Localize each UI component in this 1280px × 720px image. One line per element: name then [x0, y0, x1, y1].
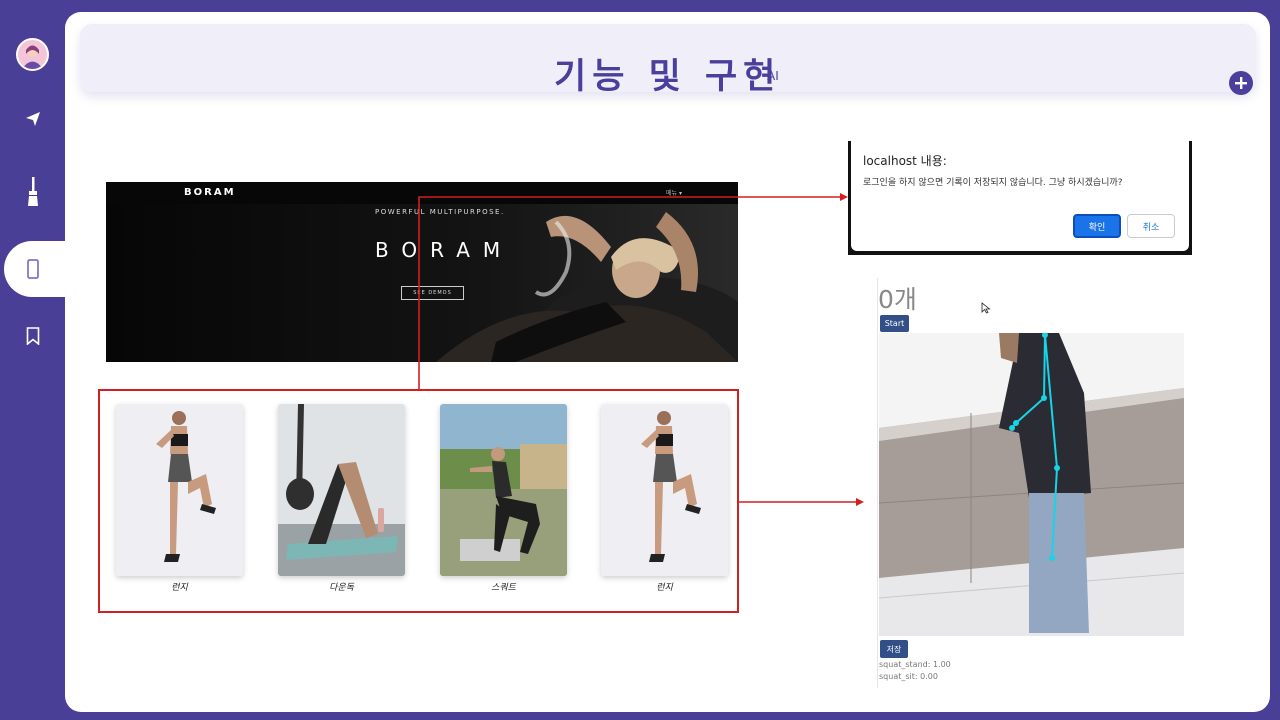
exercise-cards: 런지 다운독 스쿼트 런지	[98, 389, 739, 613]
page-subtitle: AI	[767, 69, 779, 83]
alert-dialog: localhost 내용: 로그인을 하지 않으면 기록이 저장되지 않습니다.…	[848, 141, 1192, 255]
boram-hero-title: BORAM	[375, 238, 514, 262]
avatar[interactable]	[16, 38, 49, 71]
sidebar-item-send[interactable]	[0, 97, 66, 141]
boram-logo[interactable]: BORAM	[184, 187, 236, 198]
exercise-card-lunge[interactable]	[116, 404, 243, 576]
alert-box: localhost 내용: 로그인을 하지 않으면 기록이 저장되지 않습니다.…	[851, 141, 1189, 251]
cancel-button[interactable]: 취소	[1127, 214, 1175, 238]
alert-message: 로그인을 하지 않으면 기록이 저장되지 않습니다. 그냥 하시겠습니까?	[863, 178, 1123, 188]
mouse-cursor-icon	[981, 302, 991, 314]
exercise-card-squat[interactable]	[440, 404, 567, 576]
mobile-icon	[27, 259, 39, 279]
squat-stand-score: squat_stand: 1.00	[879, 660, 951, 669]
exercise-label: 다운독	[329, 583, 354, 593]
save-button[interactable]: 저장	[880, 640, 908, 658]
paper-plane-icon	[26, 112, 40, 126]
page-header: 기능 및 구현 AI	[80, 24, 1256, 97]
webcam-image	[879, 333, 1184, 636]
divider	[877, 278, 878, 688]
lunge-photo-2	[601, 404, 728, 576]
page-title: 기능 및 구현	[554, 57, 782, 97]
bookmark-icon	[26, 327, 40, 345]
boram-tagline: POWERFUL MULTIPURPOSE.	[375, 208, 505, 216]
rep-count: 0개	[878, 285, 917, 314]
sidebar-item-bookmark[interactable]	[0, 314, 66, 358]
exercise-label: 스쿼트	[491, 583, 516, 593]
boram-menu[interactable]: 메뉴 ▾	[666, 188, 682, 197]
confirm-button[interactable]: 확인	[1073, 214, 1121, 238]
sidebar-item-paint[interactable]	[0, 170, 66, 214]
add-button[interactable]	[1229, 71, 1253, 95]
downdog-photo	[278, 404, 405, 576]
exercise-card-downdog[interactable]	[278, 404, 405, 576]
sidebar-item-mobile[interactable]	[4, 241, 70, 297]
webcam-feed	[879, 333, 1184, 636]
exercise-label: 런지	[171, 583, 188, 593]
alert-title: localhost 내용:	[863, 154, 947, 168]
squat-sit-score: squat_sit: 0.00	[879, 672, 938, 681]
paintbrush-icon	[28, 177, 38, 206]
lunge-photo	[116, 404, 243, 576]
boram-website-screenshot: BORAM 메뉴 ▾ POWERFUL MULTIPURPOSE. BORAM …	[106, 182, 738, 362]
squat-photo	[440, 404, 567, 576]
exercise-label: 런지	[656, 583, 673, 593]
see-demos-button[interactable]: SEE DEMOS	[401, 286, 464, 300]
exercise-card-lunge-2[interactable]	[601, 404, 728, 576]
plus-icon	[1235, 77, 1247, 89]
sidebar	[0, 0, 70, 720]
start-button[interactable]: Start	[880, 315, 909, 332]
